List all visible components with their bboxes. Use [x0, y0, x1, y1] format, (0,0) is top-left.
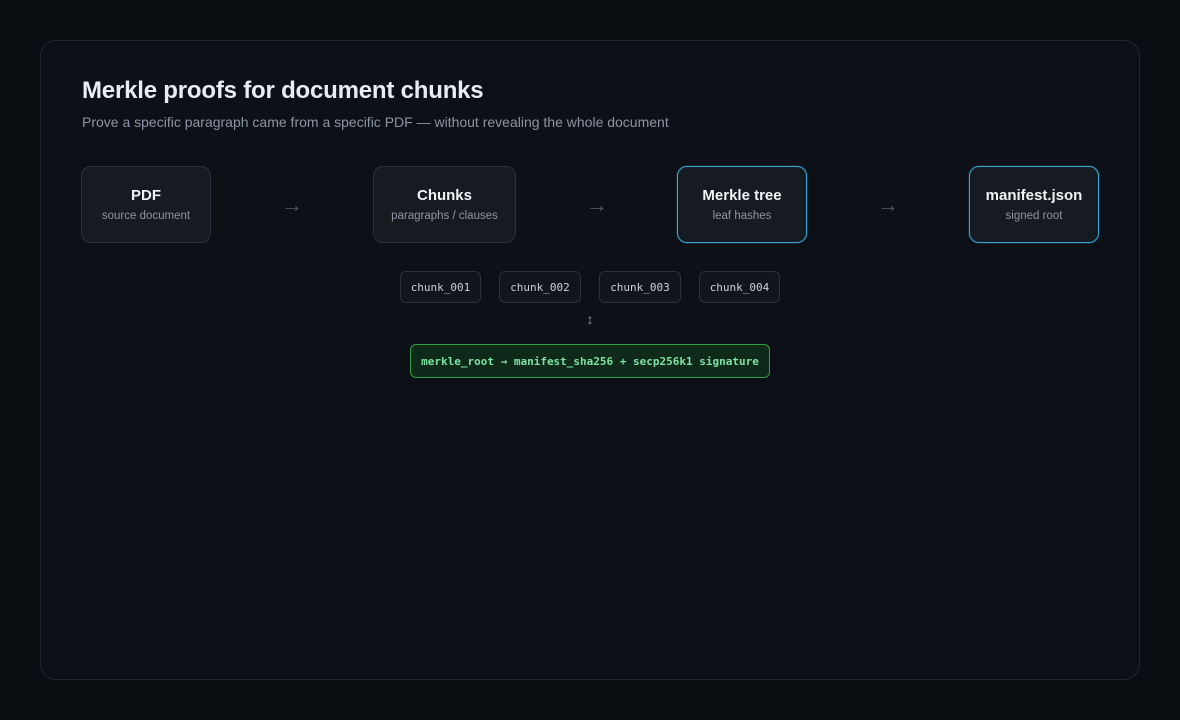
- right-arrow-icon: →: [586, 192, 608, 217]
- right-arrow-icon: →: [877, 192, 899, 217]
- node-chunks: Chunks paragraphs / clauses: [373, 166, 516, 243]
- node-manifest: manifest.json signed root: [969, 166, 1099, 243]
- right-arrow-icon: →: [281, 192, 303, 217]
- chunk-chip: chunk_001: [400, 271, 481, 303]
- node-label: manifest.json: [985, 187, 1083, 204]
- node-merkle-tree: Merkle tree leaf hashes: [677, 166, 807, 243]
- diagram-card: Merkle proofs for document chunks Prove …: [40, 40, 1140, 680]
- chunk-chip: chunk_004: [699, 271, 780, 303]
- chunk-chip: chunk_002: [499, 271, 581, 303]
- page-subtitle: Prove a specific paragraph came from a s…: [82, 114, 669, 130]
- node-sublabel: source document: [101, 210, 191, 222]
- page-title: Merkle proofs for document chunks: [82, 77, 484, 104]
- node-label: PDF: [131, 187, 161, 204]
- node-sublabel: signed root: [1005, 210, 1063, 222]
- node-label: Chunks: [416, 187, 472, 204]
- node-sublabel: paragraphs / clauses: [391, 210, 498, 222]
- node-label: Merkle tree: [702, 187, 782, 204]
- node-sublabel: leaf hashes: [712, 210, 772, 222]
- merkle-root-box: merkle_root → manifest_sha256 + secp256k…: [410, 344, 770, 378]
- node-pdf: PDF source document: [81, 166, 211, 243]
- chunk-chip: chunk_003: [599, 271, 681, 303]
- up-down-arrow-icon: ↕: [586, 311, 594, 327]
